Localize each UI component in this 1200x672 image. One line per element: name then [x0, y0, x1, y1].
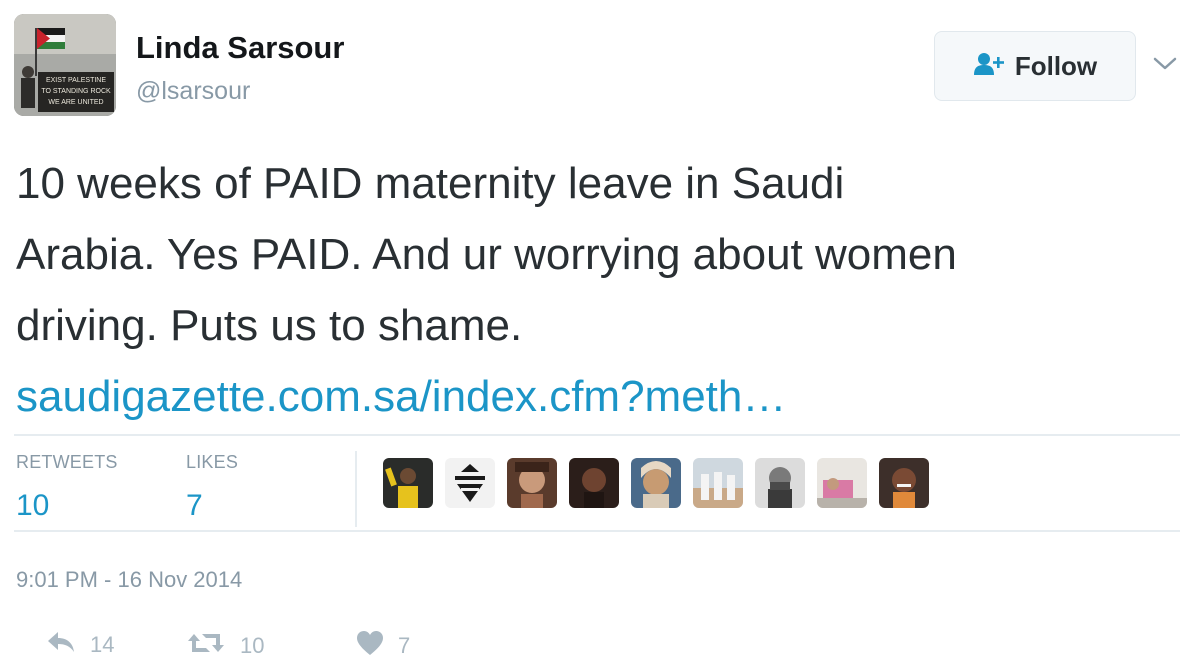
retweets-label: RETWEETS	[16, 452, 118, 472]
retweet-icon	[186, 630, 226, 661]
likes-label: LIKES	[186, 452, 239, 472]
avatar-banner-line-1: EXIST PALESTINE	[46, 77, 106, 84]
liker-avatar[interactable]	[445, 458, 495, 508]
liker-avatar[interactable]	[383, 458, 433, 508]
liker-avatar[interactable]	[879, 458, 929, 508]
add-user-icon	[973, 52, 1005, 81]
likes-count: 7	[186, 489, 203, 522]
retweet-button[interactable]: 10	[186, 630, 264, 661]
avatar-banner-line-2: TO STANDING ROCK	[41, 88, 111, 95]
tweet-text-line: 10 weeks of PAID maternity leave in Saud…	[16, 159, 845, 208]
reply-button[interactable]: 14	[46, 630, 114, 659]
liker-avatar[interactable]	[569, 458, 619, 508]
follow-button[interactable]: Follow	[934, 31, 1136, 101]
heart-icon	[356, 630, 384, 661]
reply-count: 14	[90, 631, 115, 657]
liker-avatar[interactable]	[507, 458, 557, 508]
retweets-stat[interactable]: RETWEETS 10	[16, 452, 118, 523]
tweet-text-line: driving. Puts us to shame.	[16, 301, 523, 350]
like-count: 7	[398, 632, 411, 658]
author-handle[interactable]: @lsarsour	[136, 77, 250, 106]
divider	[14, 434, 1180, 436]
chevron-down-icon[interactable]	[1152, 52, 1178, 74]
stats-separator	[355, 451, 357, 527]
tweet-text: 10 weeks of PAID maternity leave in Saud…	[16, 148, 1186, 432]
follow-button-label: Follow	[1014, 50, 1098, 81]
author-name[interactable]: Linda Sarsour	[136, 30, 344, 66]
avatar-banner-line-3: WE ARE UNITED	[48, 99, 103, 106]
liker-avatar[interactable]	[755, 458, 805, 508]
liker-avatar[interactable]	[693, 458, 743, 508]
liker-avatar[interactable]	[631, 458, 681, 508]
reply-icon	[46, 630, 76, 659]
tweet-text-line: Arabia. Yes PAID. And ur worrying about …	[16, 230, 957, 279]
avatar[interactable]: EXIST PALESTINE TO STANDING ROCK WE ARE …	[14, 14, 116, 116]
retweet-count: 10	[240, 632, 265, 658]
liker-avatar[interactable]	[817, 458, 867, 508]
likes-stat[interactable]: LIKES 7	[186, 452, 238, 523]
tweet-card: EXIST PALESTINE TO STANDING ROCK WE ARE …	[0, 0, 1200, 672]
likers-avatars	[383, 458, 929, 508]
tweet-timestamp[interactable]: 9:01 PM - 16 Nov 2014	[16, 567, 242, 593]
divider	[14, 530, 1180, 532]
like-button[interactable]: 7	[356, 630, 410, 661]
tweet-link[interactable]: saudigazette.com.sa/index.cfm?meth…	[16, 361, 1186, 432]
retweets-count: 10	[16, 489, 50, 522]
